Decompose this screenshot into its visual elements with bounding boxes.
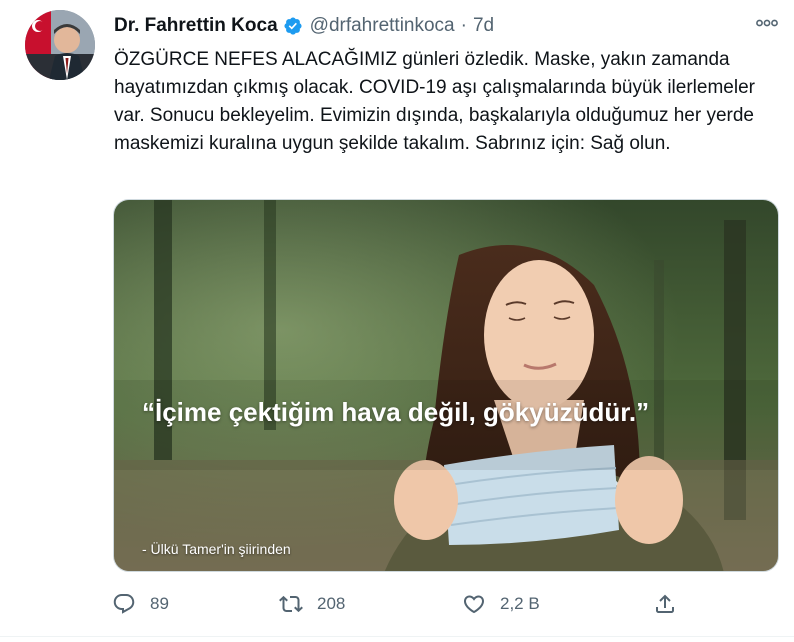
avatar-image <box>25 10 95 80</box>
tweet-actions: 89 208 2,2 B <box>112 586 692 622</box>
tweet-text: ÖZGÜRCE NEFES ALACAĞIMIZ günleri özledik… <box>114 49 755 154</box>
avatar[interactable] <box>25 10 95 80</box>
tweet-image[interactable] <box>113 199 779 572</box>
user-handle[interactable]: @drfahrettinkoca <box>310 15 455 37</box>
reply-icon <box>113 594 135 614</box>
timestamp[interactable]: 7d <box>473 15 494 37</box>
like-button[interactable]: 2,2 B <box>462 586 540 622</box>
reply-count: 89 <box>150 594 169 613</box>
separator-dot: · <box>460 15 467 36</box>
retweet-count: 208 <box>317 594 346 613</box>
more-icon[interactable] <box>754 12 780 34</box>
image-quote: “İçime çektiğim hava değil, gökyüzüdür.” <box>142 397 650 427</box>
heart-icon <box>463 595 485 614</box>
photo-woman-removing-mask <box>114 200 778 571</box>
verified-badge-icon <box>283 16 303 36</box>
tweet-header: Dr. Fahrettin Koca @drfahrettinkoca · 7d <box>114 12 494 40</box>
divider <box>0 636 794 637</box>
like-count: 2,2 B <box>500 594 540 613</box>
retweet-icon <box>279 595 303 613</box>
share-icon <box>656 594 674 613</box>
reply-button[interactable]: 89 <box>112 586 169 622</box>
retweet-button[interactable]: 208 <box>279 586 345 622</box>
share-button[interactable] <box>653 586 691 622</box>
image-credit: - Ülkü Tamer'in şiirinden <box>142 541 291 557</box>
tweet[interactable]: Dr. Fahrettin Koca @drfahrettinkoca · 7d… <box>0 0 794 642</box>
display-name[interactable]: Dr. Fahrettin Koca <box>114 15 278 37</box>
